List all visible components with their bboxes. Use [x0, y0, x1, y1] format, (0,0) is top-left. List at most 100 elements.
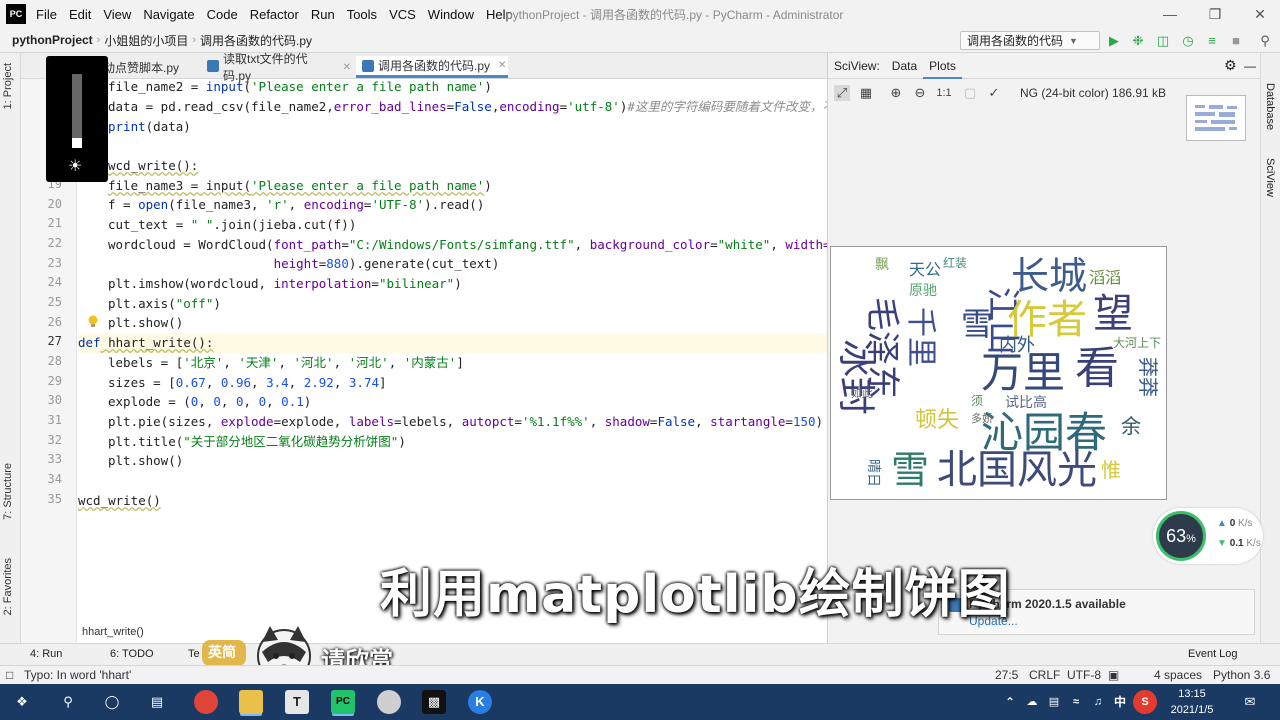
code-line[interactable]: plt.show() — [78, 313, 827, 333]
code-line[interactable]: wcd_write(): — [78, 156, 827, 176]
menu-tools[interactable]: Tools — [341, 7, 383, 22]
actual-size-button[interactable]: 1:1 — [936, 85, 952, 101]
code-line[interactable]: plt.show() — [78, 451, 827, 471]
menu-code[interactable]: Code — [201, 7, 244, 22]
code-line[interactable]: f = open(file_name3, 'r', encoding='UTF-… — [78, 195, 827, 215]
lock-icon[interactable]: ▣ — [1108, 668, 1119, 682]
debug-icon[interactable]: ❉ — [1130, 33, 1146, 49]
code-line-current[interactable]: def hhart_write(): — [78, 333, 827, 353]
run-tool-tab[interactable]: 4: Run — [30, 648, 62, 660]
cloud-icon[interactable]: ☁ — [1020, 690, 1044, 714]
app-icon[interactable] — [377, 690, 401, 714]
menu-edit[interactable]: Edit — [63, 7, 97, 22]
minimize-icon[interactable]: — — [1160, 4, 1180, 24]
tray-chevron-icon[interactable]: ⌃ — [998, 690, 1022, 714]
code-line[interactable]: data = pd.read_csv(file_name2,error_bad_… — [78, 97, 827, 117]
close-icon[interactable]: ✕ — [1250, 4, 1270, 24]
volume-icon[interactable]: ♫ — [1086, 690, 1110, 714]
code-line[interactable]: plt.imshow(wordcloud, interpolation="bil… — [78, 274, 827, 294]
lightbulb-icon[interactable] — [87, 315, 99, 329]
network-icon[interactable]: ▤ — [1042, 690, 1066, 714]
menu-run[interactable]: Run — [305, 7, 341, 22]
menu-refactor[interactable]: Refactor — [244, 7, 305, 22]
code-line[interactable]: explode = (0, 0, 0, 0, 0.1) — [78, 392, 827, 412]
wifi-icon[interactable]: ≈ — [1064, 690, 1088, 714]
editor-tab-active[interactable]: 调用各函数的代码.py ✕ — [356, 56, 508, 78]
terminal-icon[interactable]: ▩ — [422, 690, 446, 714]
pycharm-taskbar-icon[interactable]: PC — [331, 690, 355, 714]
ime-indicator[interactable]: 中 — [1108, 690, 1132, 714]
windows-start-icon[interactable]: ❖ — [10, 690, 34, 714]
caret-position[interactable]: 27:5 — [995, 668, 1018, 682]
line-separator[interactable]: CRLF — [1029, 668, 1060, 682]
brightness-slider[interactable]: ☀ — [46, 56, 108, 182]
k-app-icon[interactable]: K — [468, 690, 492, 714]
menu-navigate[interactable]: Navigate — [137, 7, 200, 22]
close-tab-icon[interactable]: ✕ — [498, 60, 506, 71]
sciview-tool-tab[interactable]: SciView — [1264, 158, 1276, 197]
code-line[interactable]: plt.title("关于部分地区二氧化碳趋势分析饼图") — [78, 432, 827, 452]
editor-tab[interactable]: 读取txt文件的代码.py ✕ — [201, 52, 351, 83]
file-encoding[interactable]: UTF-8 — [1067, 668, 1101, 682]
plot-view[interactable]: 飘 天公 红装 江山 长城 滔滔 原驰 毛泽东 千里 雪 作者 望 内外 大河上… — [830, 246, 1167, 500]
profile-icon[interactable]: ◷ — [1180, 33, 1196, 49]
run-config-select[interactable]: 调用各函数的代码 ▼ — [960, 31, 1100, 50]
code-line[interactable]: print(data) — [78, 117, 827, 137]
editor-breadcrumb[interactable]: hhart_write() — [82, 626, 144, 638]
coverage-icon[interactable]: ◫ — [1155, 33, 1171, 49]
chrome-icon[interactable] — [194, 690, 218, 714]
menu-view[interactable]: View — [97, 7, 137, 22]
code-token: , — [266, 394, 282, 409]
code-line[interactable]: sizes = [0.67, 0.96, 3.4, 2.92, 3.74] — [78, 373, 827, 393]
code-line[interactable]: cut_text = " ".join(jieba.cut(f)) — [78, 215, 827, 235]
clock[interactable]: 13:15 2021/1/5 — [1163, 686, 1221, 718]
background-icon[interactable]: ▢ — [962, 85, 978, 101]
todo-tool-tab[interactable]: 6: TODO — [110, 648, 154, 660]
indent-setting[interactable]: 4 spaces — [1154, 668, 1202, 682]
breadcrumb-file[interactable]: 调用各函数的代码.py — [196, 32, 316, 49]
code-comment: #这里的字符编码要随着文件改变，不 — [627, 99, 827, 114]
fit-screen-icon[interactable]: ⤢ — [834, 85, 850, 101]
project-tool-tab[interactable]: 1: Project — [2, 63, 14, 109]
zoom-out-icon[interactable]: ⊖ — [912, 85, 928, 101]
structure-tool-tab[interactable]: 7: Structure — [2, 463, 14, 520]
task-view-icon[interactable]: ▤ — [145, 690, 169, 714]
code-line[interactable]: plt.pie(sizes, explode=explode, labels=l… — [78, 412, 827, 432]
stop-icon[interactable]: ■ — [1228, 33, 1244, 49]
event-log-tab[interactable]: Event Log — [1188, 648, 1238, 660]
breadcrumb-folder[interactable]: 小姐姐的小项目 — [100, 32, 192, 49]
close-tab-icon[interactable]: ✕ — [343, 62, 351, 73]
code-line[interactable]: wcd_write() — [78, 491, 827, 511]
code-line[interactable]: file_name2 = input('Please enter a file … — [78, 79, 827, 97]
sogou-icon[interactable]: S — [1133, 690, 1157, 714]
breadcrumb-project[interactable]: pythonProject — [8, 33, 97, 47]
grid-icon[interactable]: ▦ — [858, 85, 874, 101]
search-everywhere-icon[interactable]: ⚲ — [1257, 33, 1273, 49]
menu-file[interactable]: File — [30, 7, 63, 22]
code-line[interactable]: wordcloud = WordCloud(font_path="C:/Wind… — [78, 235, 827, 255]
terminal-tool-tab[interactable]: Te — [188, 648, 200, 660]
tab-plots[interactable]: Plots — [923, 53, 962, 79]
code-line[interactable]: lebels = ['北京', '天津', '河北', '河北', '内蒙古'] — [78, 353, 827, 373]
code-line[interactable]: plt.axis("off") — [78, 294, 827, 314]
tab-data[interactable]: Data — [886, 59, 923, 73]
menu-window[interactable]: Window — [422, 7, 480, 22]
cortana-icon[interactable]: ◯ — [100, 690, 124, 714]
hide-panel-icon[interactable]: — — [1238, 59, 1262, 73]
favorites-tool-tab[interactable]: 2: Favorites — [2, 558, 14, 615]
file-explorer-icon[interactable] — [239, 690, 263, 714]
typora-icon[interactable]: T — [285, 690, 309, 714]
code-line[interactable]: file_name3 = input('Please enter a file … — [78, 176, 827, 196]
zoom-in-icon[interactable]: ⊕ — [888, 85, 904, 101]
menu-vcs[interactable]: VCS — [383, 7, 422, 22]
notification-center-icon[interactable]: ✉ — [1238, 690, 1262, 714]
search-icon[interactable]: ⚲ — [56, 690, 80, 714]
plot-thumbnail[interactable] — [1186, 95, 1246, 141]
restore-icon[interactable]: ❐ — [1205, 4, 1225, 24]
database-tool-tab[interactable]: Database — [1264, 83, 1276, 130]
run-icon[interactable]: ▶ — [1106, 33, 1122, 49]
concurrency-icon[interactable]: ≡ — [1204, 33, 1220, 49]
python-interpreter[interactable]: Python 3.6 — [1213, 668, 1270, 682]
code-line[interactable]: height=880).generate(cut_text) — [78, 254, 827, 274]
color-picker-icon[interactable]: ✓ — [986, 85, 1002, 101]
